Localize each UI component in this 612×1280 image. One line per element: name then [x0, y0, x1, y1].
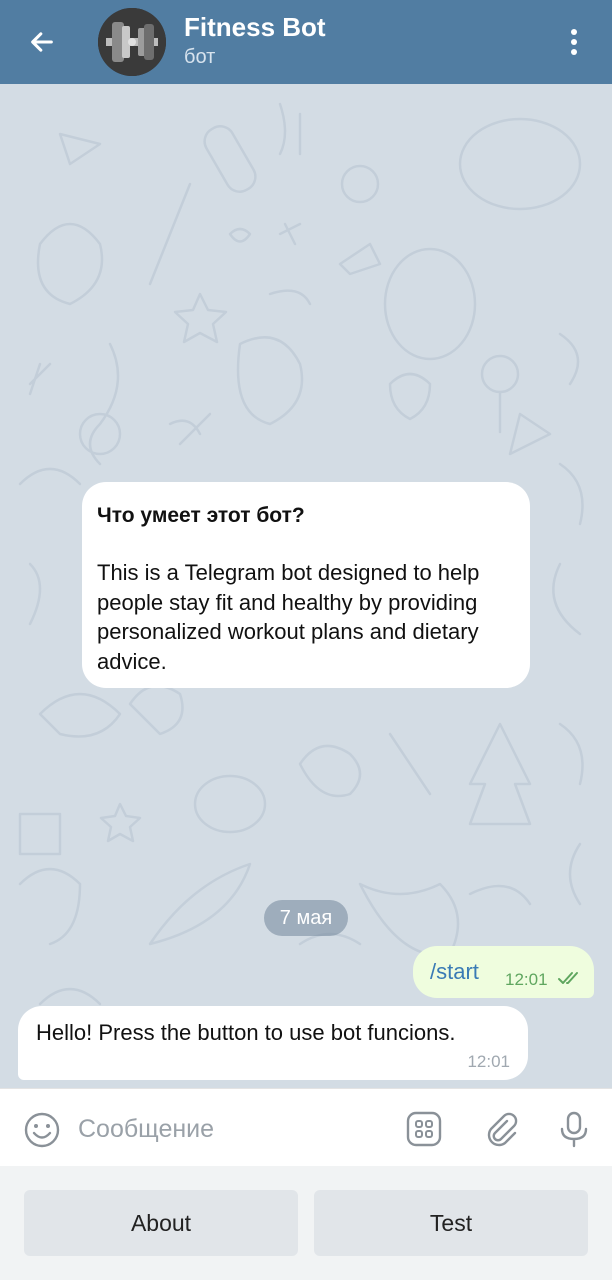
- bot-avatar[interactable]: [98, 8, 166, 76]
- bot-keyboard: About Test: [0, 1166, 612, 1280]
- chat-subtitle: бот: [184, 46, 216, 68]
- menu-button[interactable]: [556, 22, 592, 62]
- keyboard-button-test[interactable]: Test: [314, 1190, 588, 1256]
- message-input[interactable]: [78, 1107, 378, 1151]
- dumbbell-image: [98, 8, 166, 76]
- chat-area[interactable]: Что умеет этот бот? This is a Telegram b…: [0, 84, 612, 1088]
- message-text[interactable]: /start: [430, 959, 479, 985]
- attach-button[interactable]: [480, 1109, 520, 1149]
- bot-commands-icon: [406, 1111, 442, 1147]
- message-time: 12:01: [467, 1052, 510, 1071]
- intro-heading: Что умеет этот бот?: [97, 504, 305, 527]
- date-separator: 7 мая: [264, 900, 348, 936]
- bot-intro-card: Что умеет этот бот? This is a Telegram b…: [82, 482, 530, 688]
- emoji-icon: [24, 1112, 60, 1148]
- message-composer: [0, 1088, 612, 1166]
- intro-description: This is a Telegram bot designed to help …: [97, 560, 480, 674]
- outgoing-message[interactable]: /start 12:01: [413, 946, 594, 998]
- voice-button[interactable]: [556, 1109, 592, 1149]
- chat-title[interactable]: Fitness Bot: [184, 12, 326, 43]
- emoji-button[interactable]: [22, 1110, 62, 1150]
- bot-commands-button[interactable]: [404, 1109, 444, 1149]
- keyboard-button-about[interactable]: About: [24, 1190, 298, 1256]
- incoming-message[interactable]: Hello! Press the button to use bot funci…: [18, 1006, 528, 1080]
- back-button[interactable]: [22, 22, 62, 62]
- paperclip-icon: [487, 1112, 518, 1147]
- more-vertical-icon: [571, 29, 577, 55]
- chat-header: Fitness Bot бот: [0, 0, 612, 84]
- message-text: Hello! Press the button to use bot funci…: [36, 1020, 456, 1045]
- arrow-left-icon: [31, 32, 53, 52]
- double-check-icon: [558, 972, 578, 984]
- microphone-icon: [560, 1111, 588, 1148]
- message-time: 12:01: [505, 970, 548, 989]
